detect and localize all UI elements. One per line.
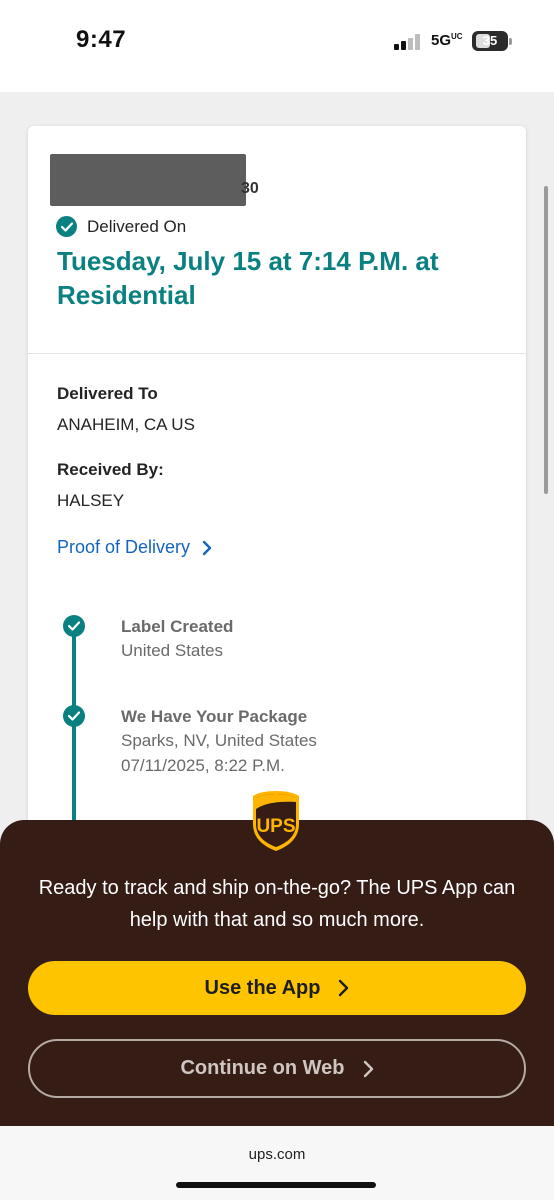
use-the-app-button[interactable]: Use the App [28, 961, 526, 1015]
status-label: Delivered On [87, 216, 187, 236]
divider [28, 353, 526, 354]
timeline-event-title: Label Created [121, 617, 234, 636]
tracking-number-suffix: 30 [241, 180, 259, 197]
received-by-label: Received By: [57, 460, 164, 479]
continue-on-web-label: Continue on Web [180, 1057, 345, 1079]
ups-logo: UPS [253, 791, 299, 851]
timeline-event-title: We Have Your Package [121, 707, 308, 726]
browser-url-bar[interactable]: ups.com [0, 1126, 554, 1200]
timeline-event-location: United States [121, 641, 224, 660]
network-indicator: 5GUC [431, 32, 463, 49]
clock: 9:47 [76, 26, 127, 53]
chevron-right-icon [339, 979, 349, 997]
check-circle-icon [63, 705, 85, 727]
check-circle-icon [63, 615, 85, 637]
use-the-app-label: Use the App [204, 976, 321, 999]
svg-text:UPS: UPS [256, 816, 295, 837]
received-by-value: HALSEY [57, 491, 125, 510]
chevron-right-icon [363, 1060, 373, 1077]
proof-of-delivery-link[interactable]: Proof of Delivery [57, 537, 212, 558]
url-text[interactable]: ups.com [0, 1146, 554, 1163]
battery-level: 35 [482, 33, 498, 48]
cellular-signal-icon [394, 34, 424, 50]
proof-of-delivery-label: Proof of Delivery [57, 537, 191, 557]
check-circle-icon [56, 216, 77, 237]
app-promo-message: Ready to track and ship on-the-go? The U… [38, 877, 516, 931]
delivered-date: Tuesday, July 15 at 7:14 P.M. at Residen… [57, 246, 439, 310]
status-bar: 9:47 5GUC 35 [0, 0, 554, 92]
delivered-to-label: Delivered To [57, 384, 158, 403]
redacted-tracking-number [50, 154, 246, 206]
timeline-event-datetime: 07/11/2025, 8:22 P.M. [121, 756, 285, 775]
battery-nub [509, 38, 512, 45]
delivered-to-value: ANAHEIM, CA US [57, 415, 195, 434]
scrollbar[interactable] [544, 186, 548, 494]
delivery-status: Delivered On [56, 216, 186, 237]
battery-icon: 35 [472, 31, 508, 51]
chevron-right-icon [202, 540, 212, 555]
timeline-event-location: Sparks, NV, United States [121, 731, 317, 750]
home-indicator[interactable] [176, 1182, 376, 1188]
tracking-card: 30 Delivered On Tuesday, July 15 at 7:14… [28, 126, 526, 886]
continue-on-web-button[interactable]: Continue on Web [28, 1039, 526, 1098]
